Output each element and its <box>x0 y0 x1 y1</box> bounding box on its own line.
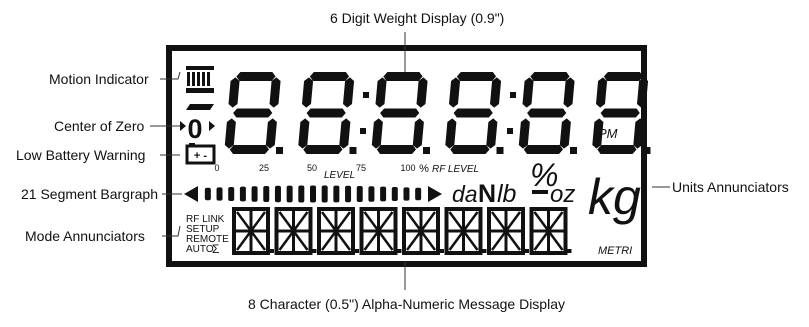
motion-indicator-base <box>186 88 214 93</box>
colon-2-top <box>510 92 516 98</box>
message-char-5-decimal-point <box>440 249 444 253</box>
message-char-8-decimal-point <box>567 249 572 253</box>
bargraph-segment-4 <box>239 186 246 202</box>
mode-auto: AUTO <box>186 244 214 255</box>
digit-2-seg-d <box>303 145 343 154</box>
motion-indicator-bar-2 <box>192 72 195 86</box>
unit-newton: N <box>478 180 496 208</box>
digit-6-seg-a <box>603 72 644 81</box>
unit-da: da <box>452 181 478 207</box>
motion-indicator-bar-1 <box>187 72 190 86</box>
digit-5-decimal-point <box>570 147 577 154</box>
unit-oz: oz <box>550 181 575 208</box>
message-char-7-decimal-point <box>525 249 529 253</box>
callout-units-annunciators: Units Annunciators <box>672 179 789 195</box>
bargraph-segment-3 <box>228 186 235 202</box>
bargraph-segment-7 <box>274 185 281 203</box>
digit-4-seg-g <box>453 108 493 118</box>
digit-1-seg-g <box>233 108 273 118</box>
unit-lb: lb <box>497 180 517 208</box>
bargraph-segment-8 <box>286 185 293 203</box>
colon-1-top <box>363 92 369 98</box>
digit-3-seg-a <box>383 72 423 81</box>
mode-sigma: Σ <box>212 242 219 256</box>
scale-tick-0: 0 <box>214 163 219 173</box>
digit-2-seg-g <box>306 108 346 118</box>
bargraph-segment-14 <box>356 186 363 202</box>
message-char-6-decimal-point <box>482 249 487 253</box>
colon-2-bottom <box>507 128 513 134</box>
bargraph-segment-19 <box>415 187 422 201</box>
bargraph-segment-18 <box>403 187 410 201</box>
motion-indicator-icon <box>186 66 214 70</box>
digit-1-seg-a <box>236 72 276 81</box>
bargraph-segment-16 <box>380 186 387 202</box>
bargraph-segment-6 <box>263 186 270 202</box>
digit-5-seg-g <box>527 108 567 118</box>
digit-4-seg-d <box>450 145 490 154</box>
center-of-zero-bar <box>186 104 214 110</box>
digit-2-seg-a <box>309 72 350 81</box>
pm-label: PM <box>598 126 618 141</box>
scale-tick-25: 25 <box>259 163 269 173</box>
scale-tick-75: 75 <box>356 163 366 173</box>
motion-indicator-bar-4 <box>202 72 205 86</box>
digit-4-decimal-point <box>496 147 504 154</box>
center-of-zero-symbol: 0 <box>187 114 202 144</box>
message-char-4-decimal-point <box>397 249 402 253</box>
digit-5-seg-a <box>530 72 570 81</box>
digit-4-seg-a <box>456 72 497 81</box>
bargraph-segment-13 <box>345 185 352 203</box>
digit-6-seg-d <box>597 145 637 154</box>
bargraph-segment-12 <box>333 185 340 203</box>
digit-1-decimal-point <box>276 147 283 154</box>
callout-weight-display: 6 Digit Weight Display (0.9") <box>330 10 505 26</box>
rf-level-label: RF LEVEL <box>432 164 479 175</box>
battery-symbol: + - <box>194 150 207 162</box>
message-char-1-decimal-point <box>270 249 274 253</box>
digit-6-decimal-point <box>643 147 651 154</box>
bargraph-segment-17 <box>391 186 398 202</box>
message-char-3-decimal-point <box>355 249 359 253</box>
lcd-diagram: + - PM 0 0 25 50 75 100 % LEVEL RF LEVEL… <box>0 0 809 322</box>
bargraph-segment-5 <box>251 186 258 202</box>
bargraph-segment-11 <box>321 185 328 203</box>
bargraph-segment-10 <box>310 185 316 203</box>
level-label: LEVEL <box>324 170 355 181</box>
digit-2-decimal-point <box>349 147 357 154</box>
motion-indicator-bar-5 <box>207 72 210 86</box>
digit-1-seg-d <box>229 145 270 154</box>
scale-tick-50: 50 <box>307 163 317 173</box>
unit-kg: kg <box>588 169 641 225</box>
callout-mode-annunciators: Mode Annunciators <box>25 228 145 244</box>
unit-metric: METRI <box>598 245 632 257</box>
digit-3-decimal-point <box>423 147 430 154</box>
digit-6-seg-g <box>600 108 640 118</box>
bargraph-segment-2 <box>216 187 223 201</box>
callout-bargraph: 21 Segment Bargraph <box>21 186 158 202</box>
bargraph-segment-1 <box>204 187 211 201</box>
message-char-2-decimal-point <box>312 249 317 253</box>
digit-3-seg-d <box>376 145 417 154</box>
bargraph-segment-9 <box>298 185 305 203</box>
scale-tick-100: 100 <box>400 163 415 173</box>
unit-minus-bar <box>532 190 548 194</box>
callout-low-battery: Low Battery Warning <box>16 147 146 163</box>
callout-motion-indicator: Motion Indicator <box>49 71 149 87</box>
scale-percent-sign: % <box>419 163 429 175</box>
bargraph-segment-15 <box>368 186 375 202</box>
digit-3-seg-g <box>380 108 420 118</box>
digit-5-seg-d <box>523 145 564 154</box>
motion-indicator-bar-3 <box>197 72 200 86</box>
colon-1-bottom <box>360 128 366 134</box>
callout-message-display: 8 Character (0.5") Alpha-Numeric Message… <box>248 296 565 312</box>
callout-center-of-zero: Center of Zero <box>54 118 145 134</box>
